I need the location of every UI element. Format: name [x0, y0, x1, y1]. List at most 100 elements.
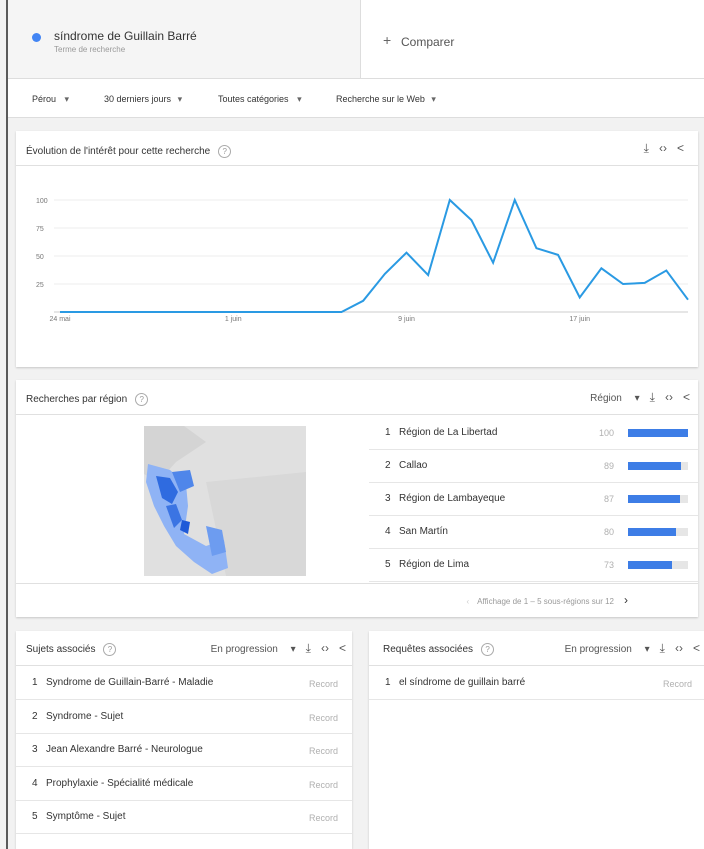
x-tick-label: 9 juin	[398, 316, 415, 323]
topics-list: 1 Syndrome de Guillain-Barré - Maladie Rec…	[16, 666, 352, 849]
card-divider	[16, 165, 698, 166]
filter-category[interactable]: Toutes catégories ▾	[218, 94, 302, 105]
term-color-dot	[32, 33, 41, 42]
region-bar-track	[628, 528, 688, 536]
region-name: Callao	[399, 460, 428, 471]
filter-period[interactable]: 30 derniers jours ▾	[104, 94, 182, 105]
card-title: Requêtes associées?	[383, 643, 495, 656]
region-row[interactable]: 2 Callao 89	[369, 449, 698, 483]
region-bar	[628, 462, 682, 470]
region-bar	[628, 528, 676, 536]
rank: 3	[385, 493, 391, 504]
region-name: San Martín	[399, 526, 448, 537]
region-name: Région de Lambayeque	[399, 493, 506, 504]
next-page-icon[interactable]: ›	[624, 593, 628, 607]
region-name: Région de La Libertad	[399, 427, 498, 438]
list-item[interactable]: 3 Jean Alexandre Barré - Neurologue Record	[16, 733, 352, 767]
prev-page-icon[interactable]: ‹	[467, 597, 470, 606]
interest-line-chart: 100 75 50 25 24 mai 1 juin 9 juin 17 juin	[36, 197, 689, 323]
region-bar-track	[628, 429, 688, 437]
item-value: Record	[662, 679, 692, 689]
help-icon[interactable]: ?	[218, 145, 232, 158]
page-frame: síndrome de Guillain Barré Terme de rech…	[6, 0, 704, 849]
list-item[interactable]: 4 Prophylaxie - Spécialité médicale Record	[16, 767, 352, 801]
item-value: Record	[308, 712, 338, 723]
compare-button[interactable]: + Comparer	[360, 0, 704, 79]
filter-bar: Pérou ▾ 30 derniers jours ▾ Toutes catég…	[8, 79, 704, 118]
region-row[interactable]: 3 Région de Lambayeque 87	[369, 482, 698, 516]
help-icon[interactable]: ?	[103, 643, 117, 656]
search-term-subtitle: Terme de recherche	[54, 45, 126, 54]
list-item[interactable]: 5 Symptôme - Sujet Record	[16, 800, 352, 834]
embed-icon[interactable]: ‹›	[675, 641, 683, 655]
share-icon[interactable]: <	[677, 141, 684, 155]
queries-mode-selector[interactable]: En progression ▾	[555, 644, 650, 655]
item-value: Record	[308, 679, 338, 689]
help-icon[interactable]: ?	[481, 643, 495, 656]
queries-list: 1 el síndrome de guillain barré Record	[369, 666, 704, 849]
item-label: Syndrome - Sujet	[46, 710, 124, 722]
rank: 1	[32, 677, 38, 688]
chevron-down-icon: ▾	[297, 94, 302, 104]
card-title: Évolution de l'intérêt pour cette recher…	[26, 145, 232, 158]
interest-over-time-card: Évolution de l'intérêt pour cette recher…	[16, 131, 698, 367]
rank: 5	[32, 811, 38, 822]
item-label: Prophylaxie - Spécialité médicale	[46, 777, 194, 789]
topics-mode-selector[interactable]: En progression ▾	[201, 644, 296, 655]
chevron-down-icon: ▾	[177, 94, 183, 104]
card-tools: En progression ▾ ⤓ ‹› <	[545, 641, 700, 656]
item-label: Jean Alexandre Barré - Neurologue	[46, 744, 203, 755]
x-tick-label: 17 juin	[569, 316, 590, 323]
rank: 2	[385, 460, 391, 471]
rank: 3	[32, 744, 38, 755]
item-value: Record	[308, 746, 338, 756]
help-icon[interactable]: ?	[135, 393, 149, 406]
card-tools: Région ▾ ⤓ ‹› <	[570, 390, 698, 405]
filter-search-type[interactable]: Recherche sur le Web ▾	[336, 94, 436, 105]
item-value: Record	[308, 813, 338, 823]
region-value: 80	[603, 527, 614, 537]
region-bar	[628, 429, 688, 437]
chevron-down-icon: ▾	[64, 94, 70, 104]
region-bar	[628, 495, 681, 503]
plus-icon: +	[383, 32, 392, 48]
filter-country[interactable]: Pérou ▾	[32, 94, 69, 105]
region-row[interactable]: 1 Région de La Libertad 100	[369, 416, 698, 450]
region-value: 87	[603, 494, 614, 504]
card-divider	[16, 414, 698, 415]
region-row[interactable]: 4 San Martín 80	[369, 515, 698, 549]
list-item[interactable]: 1 el síndrome de guillain barré Record	[369, 666, 704, 700]
download-icon[interactable]: ⤓	[660, 641, 665, 656]
rank: 2	[32, 710, 38, 722]
search-term: síndrome de Guillain Barré	[54, 29, 197, 43]
rank: 1	[385, 427, 391, 438]
search-term-chip[interactable]: síndrome de Guillain Barré Terme de rech…	[8, 0, 360, 79]
card-divider	[16, 583, 698, 584]
related-topics-card: Sujets associés? En progression ▾ ⤓ ‹› < 1S…	[16, 631, 352, 849]
download-icon[interactable]: ⤓	[644, 141, 649, 156]
download-icon[interactable]: ⤓	[306, 641, 311, 656]
x-tick-label: 1 juin	[225, 316, 242, 323]
region-map	[144, 426, 306, 576]
chevron-down-icon: ▾	[644, 644, 650, 655]
region-selector[interactable]: Région ▾	[580, 393, 640, 404]
embed-icon[interactable]: ‹›	[321, 641, 329, 655]
download-icon[interactable]: ⤓	[650, 390, 655, 405]
rank: 5	[385, 559, 391, 570]
region-bar-track	[628, 495, 688, 503]
card-title: Recherches par région?	[26, 393, 149, 406]
y-tick-label: 75	[36, 226, 44, 233]
rank: 4	[32, 777, 38, 789]
item-label: Symptôme - Sujet	[46, 811, 126, 822]
share-icon[interactable]: <	[683, 390, 690, 404]
list-item[interactable]: 1 Syndrome de Guillain-Barré - Maladie Rec…	[16, 666, 352, 700]
share-icon[interactable]: <	[339, 641, 346, 655]
list-item[interactable]: 2 Syndrome - Sujet Record	[16, 700, 352, 734]
y-tick-label: 100	[36, 198, 48, 205]
share-icon[interactable]: <	[693, 641, 700, 655]
rank: 4	[385, 526, 391, 537]
embed-icon[interactable]: ‹›	[659, 141, 667, 155]
embed-icon[interactable]: ‹›	[665, 390, 673, 404]
region-card: Recherches par région? Région ▾ ⤓ ‹› < 1 Rég…	[16, 380, 698, 617]
region-row[interactable]: 5 Région de Lima 73	[369, 548, 698, 582]
